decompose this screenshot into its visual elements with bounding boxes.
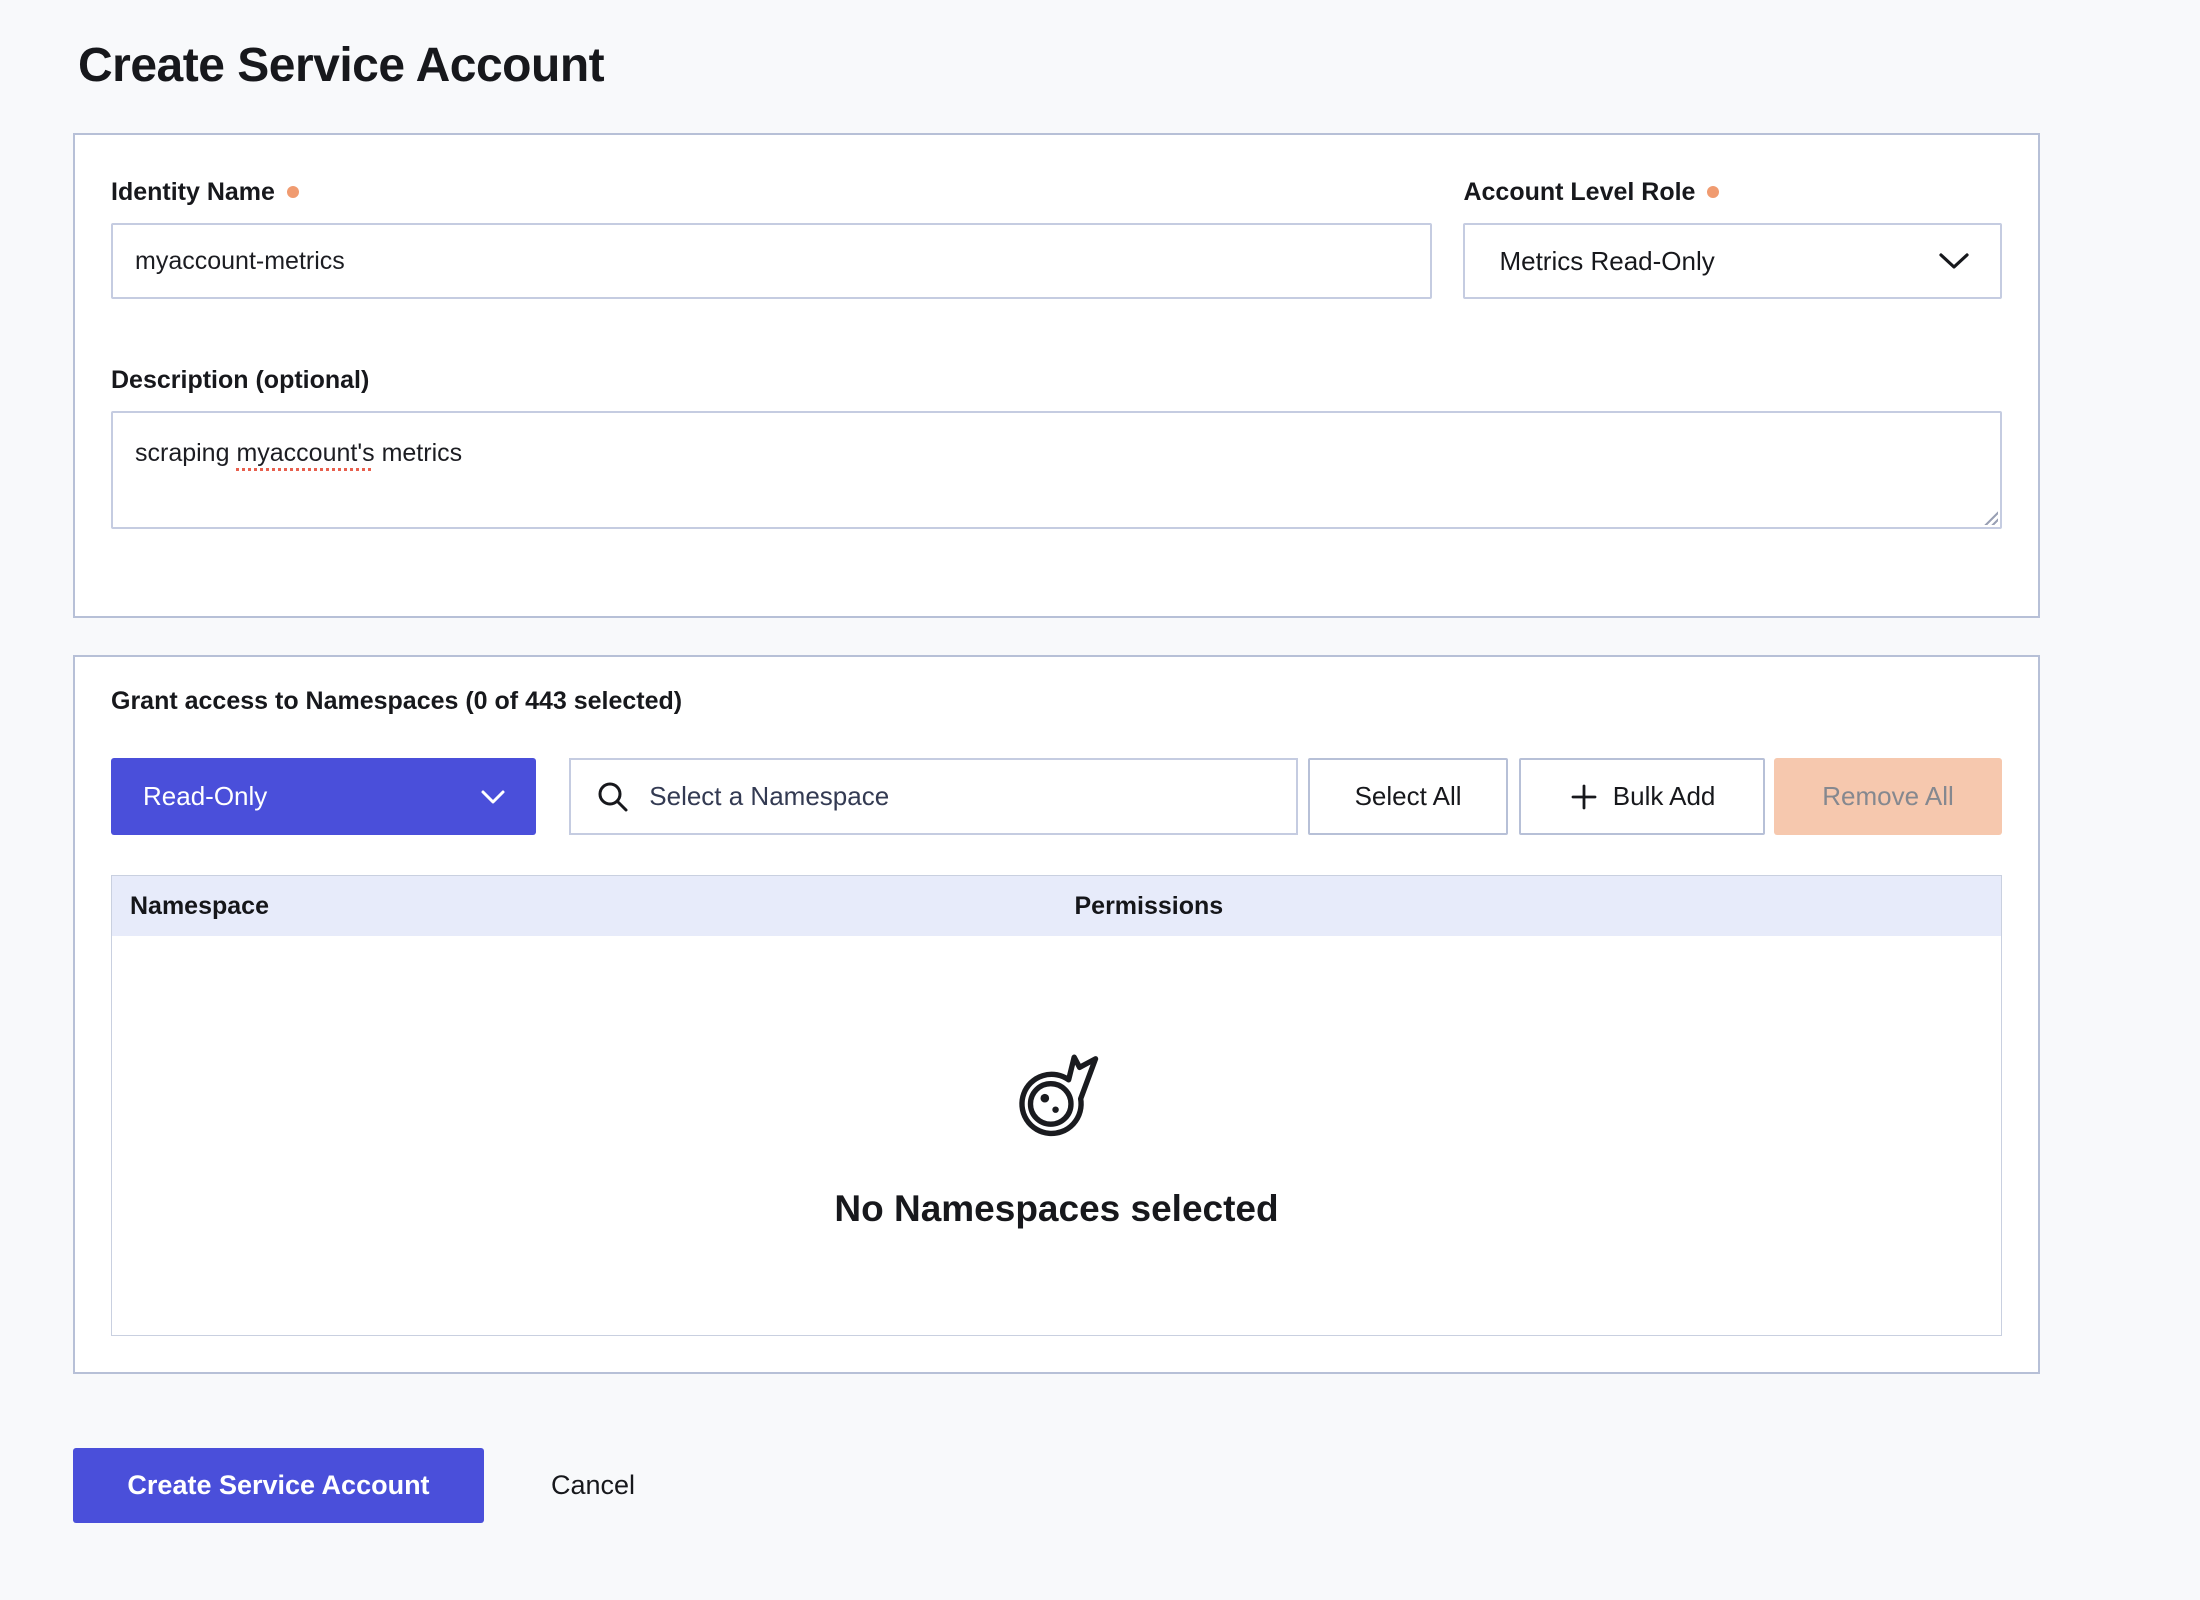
identity-name-label-row: Identity Name	[111, 177, 1432, 207]
namespaces-controls-row: Read-Only Select All	[111, 758, 2002, 835]
remove-all-button: Remove All	[1774, 758, 2002, 835]
cancel-label: Cancel	[551, 1470, 635, 1500]
description-textarea[interactable]: scraping myaccount's metrics	[111, 411, 2002, 529]
empty-state-message: No Namespaces selected	[834, 1188, 1278, 1230]
account-level-role-label-row: Account Level Role	[1463, 177, 2002, 207]
chevron-down-icon	[480, 789, 506, 805]
create-service-account-button[interactable]: Create Service Account	[73, 1448, 484, 1523]
description-label-row: Description (optional)	[111, 365, 2002, 395]
cancel-button[interactable]: Cancel	[551, 1470, 635, 1501]
namespaces-table: Namespace Permissions No Namespaces sele…	[111, 875, 2002, 1336]
textarea-resize-handle-icon[interactable]	[1982, 509, 1998, 525]
identity-name-label: Identity Name	[111, 178, 275, 207]
bulk-add-button[interactable]: Bulk Add	[1519, 758, 1765, 835]
account-level-role-select[interactable]: Metrics Read-Only	[1463, 223, 2002, 299]
account-level-role-label: Account Level Role	[1463, 178, 1695, 207]
description-text-after: metrics	[375, 439, 463, 467]
namespaces-table-header: Namespace Permissions	[112, 876, 2001, 936]
create-service-account-page: Create Service Account Identity Name Acc…	[0, 0, 2200, 1523]
namespaces-table-body: No Namespaces selected	[112, 936, 2001, 1335]
permission-dropdown[interactable]: Read-Only	[111, 758, 536, 835]
plus-icon	[1569, 782, 1599, 812]
bulk-add-label: Bulk Add	[1613, 781, 1716, 812]
identity-name-input[interactable]	[111, 223, 1432, 299]
comet-icon	[1014, 1052, 1100, 1138]
column-header-permissions: Permissions	[1057, 892, 2002, 921]
namespace-search-box[interactable]	[569, 758, 1298, 835]
select-all-button[interactable]: Select All	[1308, 758, 1508, 835]
namespaces-card: Grant access to Namespaces (0 of 443 sel…	[73, 655, 2040, 1374]
form-actions: Create Service Account Cancel	[73, 1448, 2200, 1523]
namespace-search-input[interactable]	[647, 766, 1276, 828]
create-service-account-label: Create Service Account	[127, 1470, 429, 1501]
remove-all-label: Remove All	[1822, 781, 1954, 812]
description-text-before: scraping	[135, 439, 236, 467]
required-dot-icon	[287, 186, 299, 198]
column-header-namespace: Namespace	[112, 892, 1057, 921]
chevron-down-icon	[1938, 252, 1970, 270]
identity-card: Identity Name Account Level Role Metrics…	[73, 133, 2040, 618]
description-text-misspelled: myaccount's	[236, 439, 374, 467]
search-icon	[595, 779, 631, 815]
permission-dropdown-value: Read-Only	[143, 781, 267, 812]
namespaces-heading: Grant access to Namespaces (0 of 443 sel…	[111, 687, 2002, 717]
description-label: Description (optional)	[111, 366, 369, 395]
select-all-label: Select All	[1355, 781, 1462, 812]
account-level-role-value: Metrics Read-Only	[1499, 246, 1714, 277]
required-dot-icon	[1707, 186, 1719, 198]
page-title: Create Service Account	[78, 38, 2200, 93]
